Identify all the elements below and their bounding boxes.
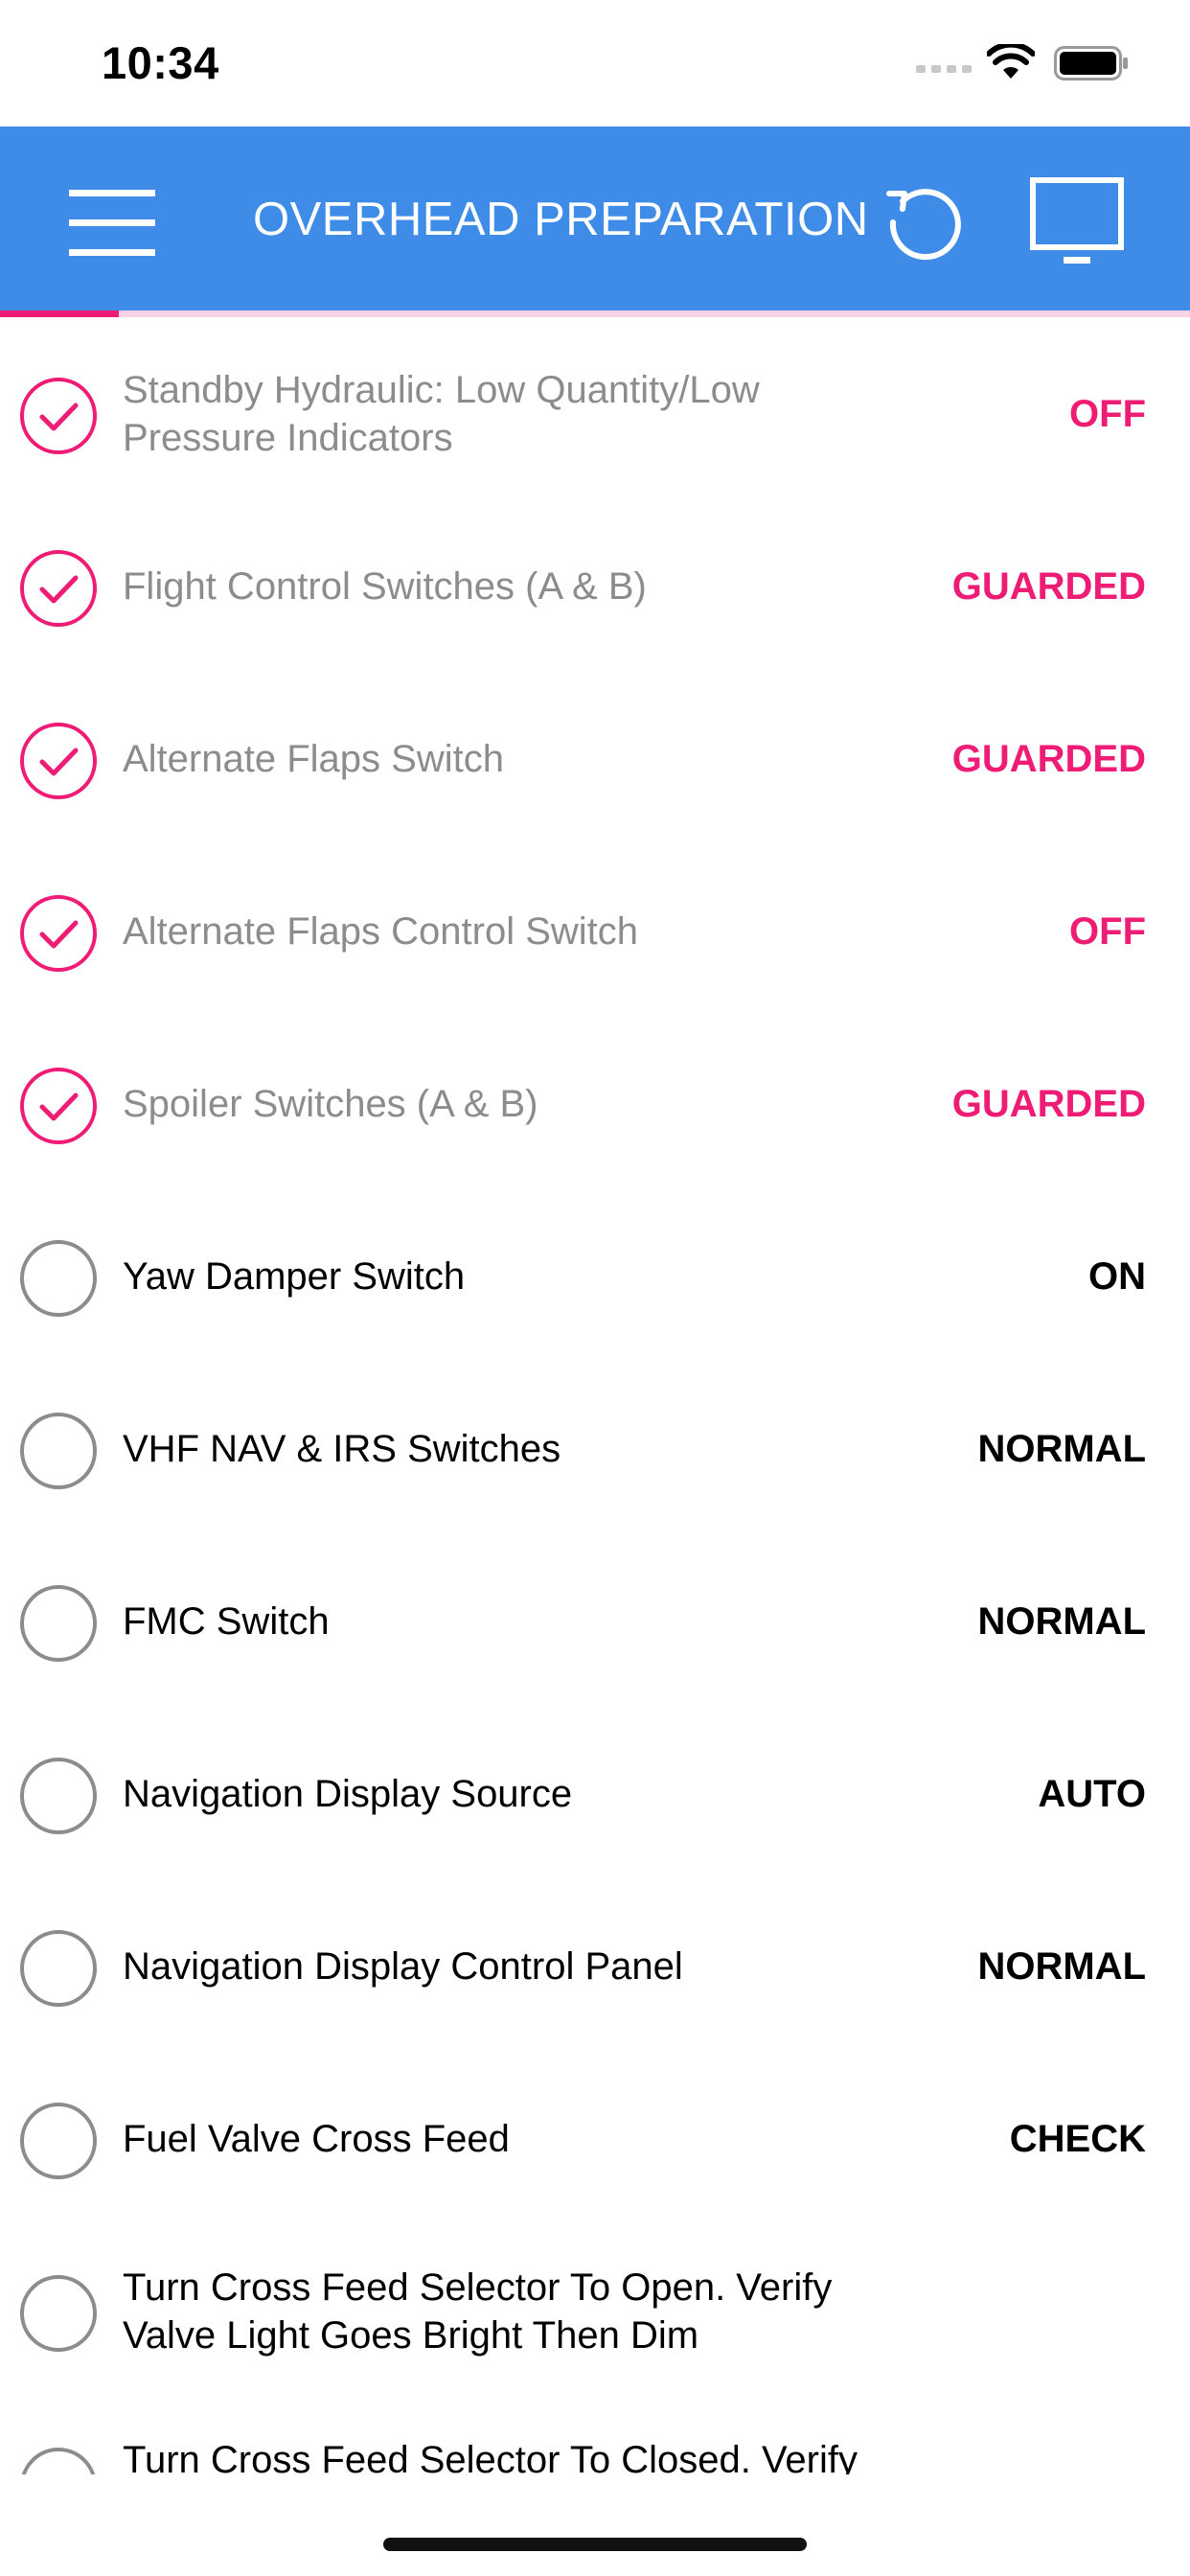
empty-circle-icon[interactable] <box>18 2101 99 2181</box>
status-time: 10:34 <box>102 37 219 88</box>
checklist-item-value: OFF <box>1069 392 1146 435</box>
checklist-item[interactable]: VHF NAV & IRS Switches NORMAL <box>0 1363 1190 1535</box>
checklist-item-label: Alternate Flaps Control Switch <box>123 910 639 953</box>
battery-icon <box>1054 46 1128 80</box>
check-circle-icon[interactable] <box>18 721 99 801</box>
checklist-item-label: Spoiler Switches (A & B) <box>123 1083 538 1125</box>
empty-circle-icon[interactable] <box>18 1583 99 1664</box>
checklist: Standby Hydraulic: Low Quantity/Low Pres… <box>0 328 1190 2474</box>
checklist-item-label: Flight Control Switches (A & B) <box>123 565 647 608</box>
checklist-item-value: NORMAL <box>977 1427 1146 1470</box>
home-indicator <box>383 2538 807 2551</box>
checklist-item-label: VHF NAV & IRS Switches <box>123 1428 561 1470</box>
checklist-item-value: ON <box>1088 1254 1146 1298</box>
app-header: OVERHEAD PREPARATION <box>0 126 1190 310</box>
checklist-item-value: AUTO <box>1038 1772 1146 1815</box>
checklist-item[interactable]: Alternate Flaps Control Switch OFF <box>0 845 1190 1018</box>
empty-circle-icon[interactable] <box>18 1238 99 1319</box>
status-bar: 10:34 <box>0 0 1190 126</box>
checklist-item[interactable]: Turn Cross Feed Selector To Closed. Veri… <box>0 2398 1190 2474</box>
checklist-item-label: Alternate Flaps Switch <box>123 738 504 780</box>
checklist-item-label: FMC Switch <box>123 1600 330 1643</box>
checklist-item[interactable]: Standby Hydraulic: Low Quantity/Low Pres… <box>0 328 1190 500</box>
checklist-item-label: Turn Cross Feed Selector To Closed. Veri… <box>123 2439 858 2474</box>
checklist-item-value: CHECK <box>1009 2117 1146 2160</box>
wifi-icon <box>987 44 1035 79</box>
menu-icon[interactable] <box>57 182 163 264</box>
checklist-item-label: Turn Cross Feed Selector To Open. Verify… <box>123 2266 833 2357</box>
progress-fill <box>0 310 120 317</box>
empty-circle-icon[interactable] <box>18 1928 99 2009</box>
page-title: OVERHEAD PREPARATION <box>253 194 869 245</box>
checklist-item-label: Yaw Damper Switch <box>123 1255 466 1298</box>
progress-bar <box>0 310 1190 317</box>
checklist-item-value: GUARDED <box>951 737 1146 780</box>
checklist-item[interactable]: Turn Cross Feed Selector To Open. Verify… <box>0 2225 1190 2398</box>
empty-circle-icon[interactable] <box>18 2273 99 2354</box>
checklist-item-label: Navigation Display Control Panel <box>123 1945 683 1988</box>
check-circle-icon[interactable] <box>18 376 99 456</box>
checklist-item[interactable]: Flight Control Switches (A & B) GUARDED <box>0 500 1190 673</box>
screen-icon[interactable] <box>1027 174 1127 274</box>
checklist-item[interactable]: Spoiler Switches (A & B) GUARDED <box>0 1018 1190 1190</box>
empty-circle-icon[interactable] <box>18 1756 99 1836</box>
cellular-signal-icon <box>916 65 972 73</box>
check-circle-icon[interactable] <box>18 1066 99 1146</box>
reset-icon[interactable] <box>881 178 970 266</box>
checklist-item-value: GUARDED <box>951 1082 1146 1125</box>
checklist-item[interactable]: Fuel Valve Cross Feed CHECK <box>0 2053 1190 2225</box>
checklist-item-value: OFF <box>1069 909 1146 953</box>
checklist-item-label: Navigation Display Source <box>123 1773 573 1815</box>
checklist-item[interactable]: Navigation Display Control Panel NORMAL <box>0 1880 1190 2053</box>
check-circle-icon[interactable] <box>18 893 99 974</box>
checklist-item-value: GUARDED <box>951 564 1146 608</box>
checklist-item[interactable]: FMC Switch NORMAL <box>0 1535 1190 1708</box>
checklist-item[interactable]: Alternate Flaps Switch GUARDED <box>0 673 1190 845</box>
empty-circle-icon[interactable] <box>18 2446 99 2474</box>
checklist-item-label: Fuel Valve Cross Feed <box>123 2118 510 2160</box>
checklist-item-value: NORMAL <box>977 1599 1146 1643</box>
empty-circle-icon[interactable] <box>18 1411 99 1491</box>
checklist-item[interactable]: Navigation Display Source AUTO <box>0 1708 1190 1880</box>
check-circle-icon[interactable] <box>18 548 99 629</box>
checklist-item[interactable]: Yaw Damper Switch ON <box>0 1190 1190 1363</box>
checklist-item-value: NORMAL <box>977 1944 1146 1988</box>
checklist-item-label: Standby Hydraulic: Low Quantity/Low Pres… <box>123 369 760 459</box>
